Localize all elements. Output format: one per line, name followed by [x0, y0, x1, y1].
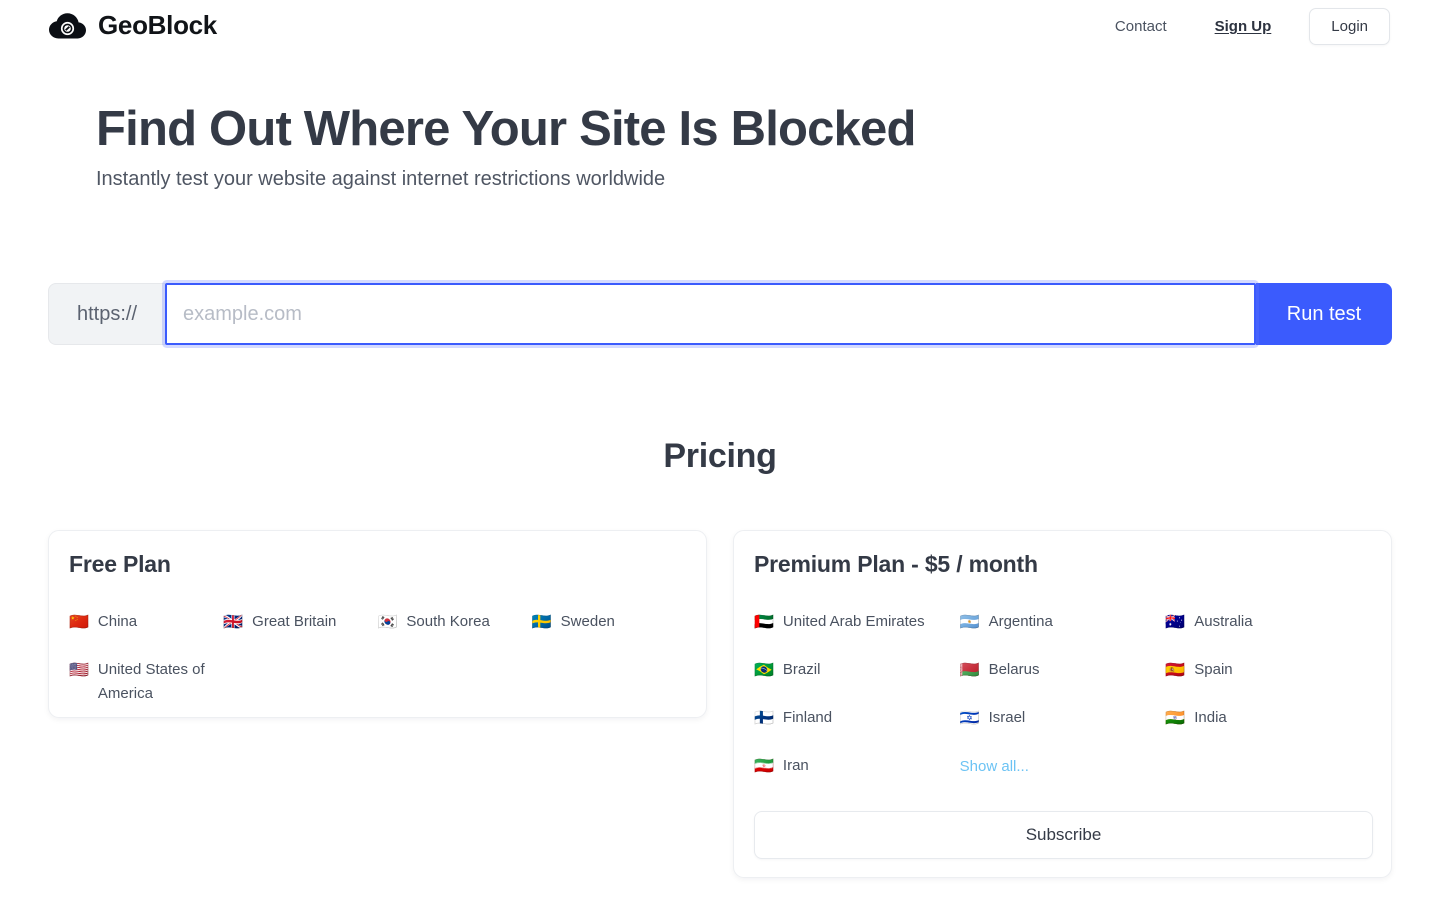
list-item[interactable]: 🇬🇧 Great Britain: [223, 598, 377, 646]
flag-icon: 🇪🇸: [1165, 660, 1186, 679]
country-name: Sweden: [560, 613, 615, 630]
url-test-form: https:// Run test: [48, 283, 1392, 345]
list-item[interactable]: 🇫🇮 Finland: [754, 694, 960, 742]
country-name: Argentina: [988, 613, 1053, 630]
url-input[interactable]: [165, 283, 1256, 345]
flag-icon: 🇫🇮: [754, 708, 774, 727]
flag-icon: 🇦🇺: [1165, 612, 1186, 631]
country-name: India: [1194, 709, 1227, 726]
nav-contact-link[interactable]: Contact: [1101, 8, 1181, 45]
show-all-link[interactable]: Show all...: [960, 742, 1166, 790]
flag-icon: 🇺🇸: [69, 660, 89, 679]
site-header: GeoBlock Contact Sign Up Login: [0, 0, 1440, 56]
country-name: Brazil: [782, 661, 821, 678]
premium-plan-title: Premium Plan - $5 / month: [754, 551, 1038, 577]
country-name: Spain: [1194, 661, 1233, 678]
list-item[interactable]: 🇧🇾 Belarus: [960, 646, 1166, 694]
country-name: Finland: [782, 709, 833, 726]
run-test-button[interactable]: Run test: [1256, 283, 1392, 345]
nav-signup-link[interactable]: Sign Up: [1201, 8, 1286, 45]
list-item[interactable]: 🇰🇷 South Korea: [378, 598, 532, 646]
page-title: Find Out Where Your Site Is Blocked: [96, 102, 916, 156]
list-item[interactable]: 🇦🇪 United Arab Emirates: [754, 598, 960, 646]
flag-icon: 🇦🇷: [959, 612, 980, 631]
list-item[interactable]: 🇮🇳 India: [1165, 694, 1371, 742]
grid-spacer: [1165, 742, 1371, 790]
list-item[interactable]: 🇦🇺 Australia: [1165, 598, 1371, 646]
flag-icon: 🇮🇷: [754, 756, 774, 775]
brand-name: GeoBlock: [98, 10, 217, 40]
country-name: China: [97, 613, 138, 630]
list-item[interactable]: 🇦🇷 Argentina: [960, 598, 1166, 646]
free-plan-country-list: 🇨🇳 China 🇬🇧 Great Britain 🇰🇷 South Korea…: [69, 598, 686, 718]
country-name: Belarus: [988, 661, 1040, 678]
list-item[interactable]: 🇧🇷 Brazil: [754, 646, 960, 694]
list-item[interactable]: 🇮🇷 Iran: [754, 742, 960, 790]
flag-icon: 🇮🇱: [959, 708, 980, 727]
header-nav: Contact Sign Up Login: [1101, 8, 1390, 45]
brand-logo[interactable]: GeoBlock: [48, 10, 217, 41]
premium-plan-country-list: 🇦🇪 United Arab Emirates 🇦🇷 Argentina 🇦🇺 …: [754, 598, 1371, 790]
country-name: United Arab Emirates: [782, 613, 925, 630]
url-scheme-prefix: https://: [48, 283, 165, 345]
flag-icon: 🇮🇳: [1165, 708, 1186, 727]
country-name: Australia: [1194, 613, 1253, 630]
country-name: Israel: [988, 709, 1026, 726]
flag-icon: 🇦🇪: [754, 612, 774, 631]
free-plan-title: Free Plan: [69, 551, 171, 577]
list-item[interactable]: 🇪🇸 Spain: [1165, 646, 1371, 694]
list-item[interactable]: 🇮🇱 Israel: [960, 694, 1166, 742]
premium-plan-card: Premium Plan - $5 / month 🇦🇪 United Arab…: [733, 530, 1392, 878]
flag-icon: 🇸🇪: [531, 612, 552, 631]
pricing-heading: Pricing: [663, 437, 777, 475]
url-input-wrapper: [165, 283, 1256, 345]
hero-section: Find Out Where Your Site Is Blocked Inst…: [96, 98, 916, 191]
login-button[interactable]: Login: [1309, 8, 1390, 45]
list-item[interactable]: 🇺🇸 United States of America: [69, 646, 223, 718]
list-item[interactable]: 🇨🇳 China: [69, 598, 223, 646]
page-subtitle: Instantly test your website against inte…: [96, 168, 666, 190]
subscribe-button[interactable]: Subscribe: [754, 811, 1373, 859]
flag-icon: 🇨🇳: [69, 612, 89, 631]
flag-icon: 🇧🇾: [959, 660, 980, 679]
flag-icon: 🇧🇷: [754, 660, 774, 679]
flag-icon: 🇰🇷: [377, 612, 398, 631]
list-item[interactable]: 🇸🇪 Sweden: [532, 598, 686, 646]
free-plan-card: Free Plan 🇨🇳 China 🇬🇧 Great Britain 🇰🇷 S…: [48, 530, 707, 718]
country-name: Iran: [782, 757, 809, 774]
cloud-block-icon: [48, 11, 88, 41]
flag-icon: 🇬🇧: [223, 612, 244, 631]
country-name: South Korea: [406, 613, 490, 630]
country-name: Great Britain: [252, 613, 337, 630]
country-name: United States of America: [97, 661, 205, 702]
